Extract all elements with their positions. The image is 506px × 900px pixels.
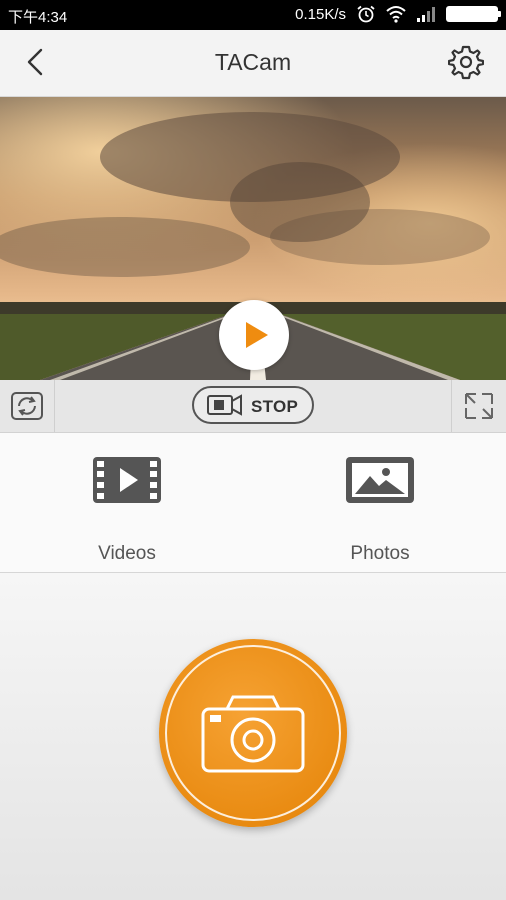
video-preview[interactable] [0,97,506,380]
status-bar: 下午4:34 0.15K/s [0,0,506,30]
videos-button[interactable]: Videos [47,457,207,564]
shutter-area [0,573,506,900]
rotate-camera-icon [11,392,43,420]
rotate-camera-button[interactable] [0,380,55,432]
video-camera-icon [207,394,242,416]
app-header: TACam [0,30,506,97]
expand-icon [465,393,493,419]
fullscreen-button[interactable] [451,380,506,432]
stop-recording-button[interactable]: STOP [192,386,314,424]
stop-label: STOP [251,397,299,416]
image-icon [346,457,414,503]
status-indicators: 0.15K/s [295,5,501,23]
battery-icon [446,6,501,22]
status-time: 下午4:34 [8,9,68,26]
control-bar: STOP [0,380,506,433]
wifi-icon [386,6,406,23]
photos-label: Photos [350,543,410,564]
film-icon [93,457,161,503]
capture-button[interactable] [159,639,347,827]
media-section: Videos Photos [0,433,506,573]
alarm-icon [357,5,375,23]
photos-button[interactable]: Photos [300,457,460,564]
play-icon[interactable] [219,300,289,370]
signal-icon [417,7,435,22]
gear-icon[interactable] [448,44,484,80]
page-title: TACam [214,49,292,75]
network-speed: 0.15K/s [295,5,346,23]
videos-label: Videos [98,543,156,564]
camera-icon [201,695,305,773]
